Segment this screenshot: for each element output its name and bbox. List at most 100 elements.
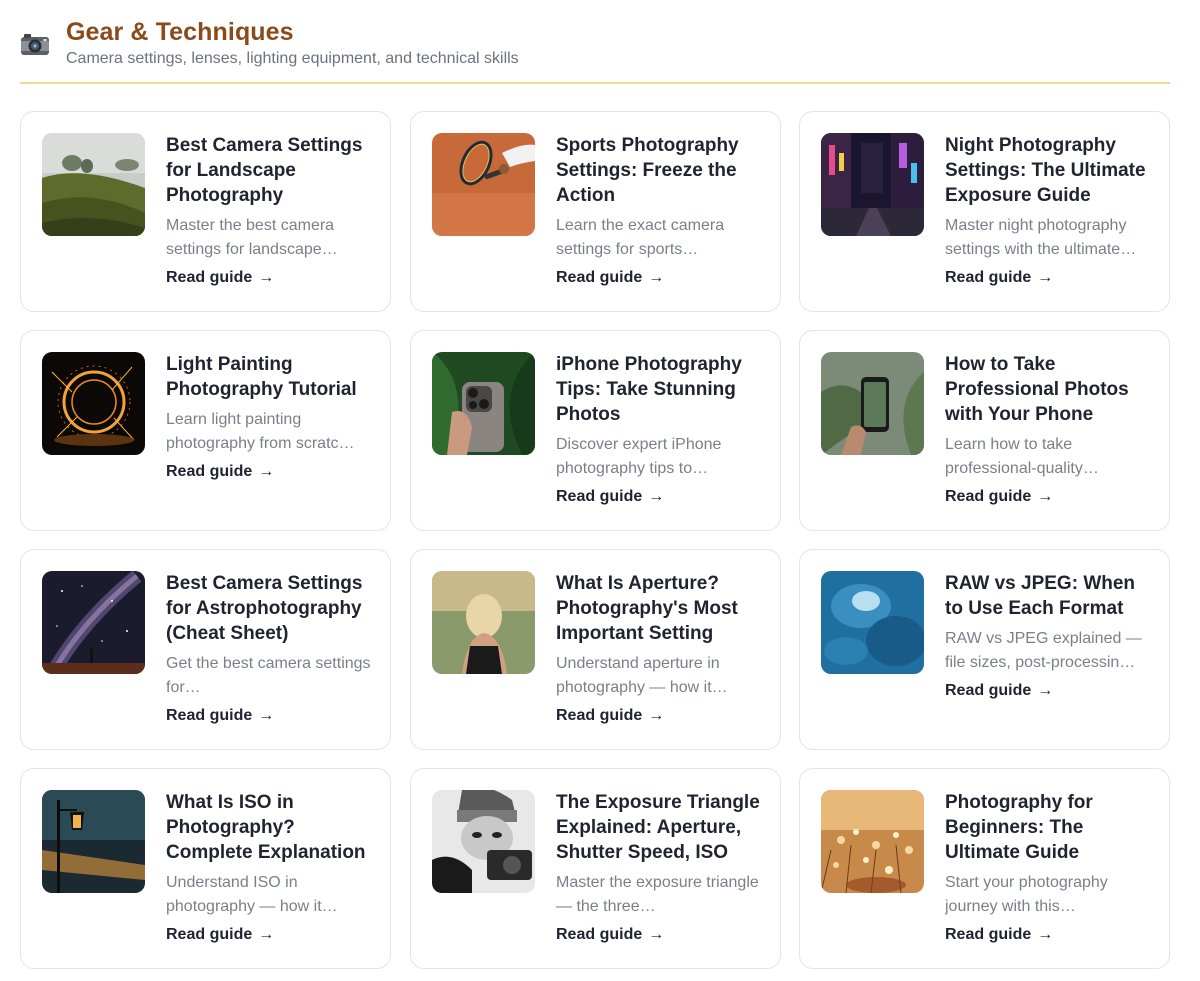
section-header: Gear & Techniques Camera settings, lense… <box>20 14 1170 84</box>
read-guide-link[interactable]: Read guide → <box>556 488 762 506</box>
guide-title[interactable]: iPhone Photography Tips: Take Stunning P… <box>556 352 762 427</box>
read-guide-link[interactable]: Read guide → <box>166 926 372 944</box>
read-guide-label: Read guide <box>166 707 253 724</box>
guide-card[interactable]: Photography for Beginners: The Ultimate … <box>799 768 1170 969</box>
guide-description: RAW vs JPEG explained — file sizes, post… <box>945 630 1142 671</box>
guide-description: Get the best camera settings for… <box>166 655 371 696</box>
guide-card[interactable]: Night Photography Settings: The Ultimate… <box>799 111 1170 312</box>
read-guide-link[interactable]: Read guide → <box>556 269 762 287</box>
guide-card[interactable]: How to Take Professional Photos with You… <box>799 330 1170 531</box>
guide-card[interactable]: The Exposure Triangle Explained: Apertur… <box>410 768 781 969</box>
iphone-leaves-image <box>432 352 535 455</box>
read-guide-label: Read guide <box>945 682 1032 699</box>
read-guide-label: Read guide <box>556 269 643 286</box>
guide-title[interactable]: What Is Aperture? Photography's Most Imp… <box>556 571 762 646</box>
street-lamp-image <box>42 790 145 893</box>
guide-thumbnail[interactable] <box>42 133 145 236</box>
read-guide-label: Read guide <box>945 269 1032 286</box>
arrow-right-icon: → <box>258 463 275 480</box>
guide-card[interactable]: iPhone Photography Tips: Take Stunning P… <box>410 330 781 531</box>
wildflowers-image <box>821 790 924 893</box>
guide-card[interactable]: Sports Photography Settings: Freeze the … <box>410 111 781 312</box>
header-divider <box>20 82 1170 84</box>
read-guide-label: Read guide <box>556 707 643 724</box>
bw-photographer-image <box>432 790 535 893</box>
guide-description: Learn the exact camera settings for spor… <box>556 217 725 258</box>
read-guide-label: Read guide <box>556 488 643 505</box>
guide-card[interactable]: What Is ISO in Photography? Complete Exp… <box>20 768 391 969</box>
read-guide-link[interactable]: Read guide → <box>166 707 372 725</box>
read-guide-link[interactable]: Read guide → <box>166 463 372 481</box>
read-guide-label: Read guide <box>166 463 253 480</box>
read-guide-label: Read guide <box>166 926 253 943</box>
section-title: Gear & Techniques <box>66 18 294 46</box>
landscape-image <box>42 133 145 236</box>
guide-card[interactable]: Light Painting Photography Tutorial Lear… <box>20 330 391 531</box>
guide-title[interactable]: What Is ISO in Photography? Complete Exp… <box>166 790 372 865</box>
arrow-right-icon: → <box>258 707 275 724</box>
arrow-right-icon: → <box>648 488 665 505</box>
milky-way-image <box>42 571 145 674</box>
tennis-image <box>432 133 535 236</box>
arrow-right-icon: → <box>648 269 665 286</box>
guide-description: Start your photography journey with this… <box>945 874 1108 915</box>
read-guide-link[interactable]: Read guide → <box>945 926 1151 944</box>
read-guide-label: Read guide <box>945 926 1032 943</box>
camera-icon <box>21 34 49 55</box>
guide-card[interactable]: RAW vs JPEG: When to Use Each Format RAW… <box>799 549 1170 750</box>
guide-title[interactable]: Light Painting Photography Tutorial <box>166 352 372 402</box>
read-guide-link[interactable]: Read guide → <box>945 682 1151 700</box>
guide-title[interactable]: Sports Photography Settings: Freeze the … <box>556 133 762 208</box>
guide-thumbnail[interactable] <box>432 352 535 455</box>
guide-thumbnail[interactable] <box>432 790 535 893</box>
guide-description: Learn light painting photography from sc… <box>166 411 355 452</box>
guide-thumbnail[interactable] <box>432 571 535 674</box>
arrow-right-icon: → <box>258 926 275 943</box>
arrow-right-icon: → <box>1037 488 1054 505</box>
arrow-right-icon: → <box>648 926 665 943</box>
guide-description: Understand aperture in photography — how… <box>556 655 728 696</box>
arrow-right-icon: → <box>1037 269 1054 286</box>
guide-description: Master the best camera settings for land… <box>166 217 338 258</box>
guide-thumbnail[interactable] <box>42 790 145 893</box>
guide-title[interactable]: Photography for Beginners: The Ultimate … <box>945 790 1151 865</box>
arrow-right-icon: → <box>648 707 665 724</box>
guide-thumbnail[interactable] <box>821 790 924 893</box>
guide-card[interactable]: What Is Aperture? Photography's Most Imp… <box>410 549 781 750</box>
blue-ice-image <box>821 571 924 674</box>
guide-description: Master night photography settings with t… <box>945 217 1137 258</box>
section-subtitle: Camera settings, lenses, lighting equipm… <box>66 50 519 67</box>
guide-card[interactable]: Best Camera Settings for Landscape Photo… <box>20 111 391 312</box>
guide-title[interactable]: The Exposure Triangle Explained: Apertur… <box>556 790 762 865</box>
guide-description: Master the exposure triangle — the three… <box>556 874 759 915</box>
read-guide-label: Read guide <box>556 926 643 943</box>
guide-title[interactable]: Night Photography Settings: The Ultimate… <box>945 133 1151 208</box>
read-guide-link[interactable]: Read guide → <box>166 269 372 287</box>
phone-plants-image <box>821 352 924 455</box>
read-guide-label: Read guide <box>945 488 1032 505</box>
guide-title[interactable]: Best Camera Settings for Landscape Photo… <box>166 133 372 208</box>
guide-description: Learn how to take professional-quality… <box>945 436 1099 477</box>
guide-title[interactable]: How to Take Professional Photos with You… <box>945 352 1151 427</box>
read-guide-link[interactable]: Read guide → <box>556 707 762 725</box>
guide-thumbnail[interactable] <box>821 352 924 455</box>
arrow-right-icon: → <box>1037 682 1054 699</box>
night-street-image <box>821 133 924 236</box>
guide-description: Discover expert iPhone photography tips … <box>556 436 722 477</box>
guide-thumbnail[interactable] <box>42 571 145 674</box>
read-guide-link[interactable]: Read guide → <box>556 926 762 944</box>
arrow-right-icon: → <box>1037 926 1054 943</box>
read-guide-label: Read guide <box>166 269 253 286</box>
guide-thumbnail[interactable] <box>432 133 535 236</box>
light-painting-image <box>42 352 145 455</box>
arrow-right-icon: → <box>258 269 275 286</box>
guide-thumbnail[interactable] <box>42 352 145 455</box>
guide-title[interactable]: Best Camera Settings for Astrophotograph… <box>166 571 372 646</box>
guide-card[interactable]: Best Camera Settings for Astrophotograph… <box>20 549 391 750</box>
guide-thumbnail[interactable] <box>821 133 924 236</box>
read-guide-link[interactable]: Read guide → <box>945 488 1151 506</box>
guide-thumbnail[interactable] <box>821 571 924 674</box>
guide-title[interactable]: RAW vs JPEG: When to Use Each Format <box>945 571 1151 621</box>
read-guide-link[interactable]: Read guide → <box>945 269 1151 287</box>
woman-portrait-image <box>432 571 535 674</box>
